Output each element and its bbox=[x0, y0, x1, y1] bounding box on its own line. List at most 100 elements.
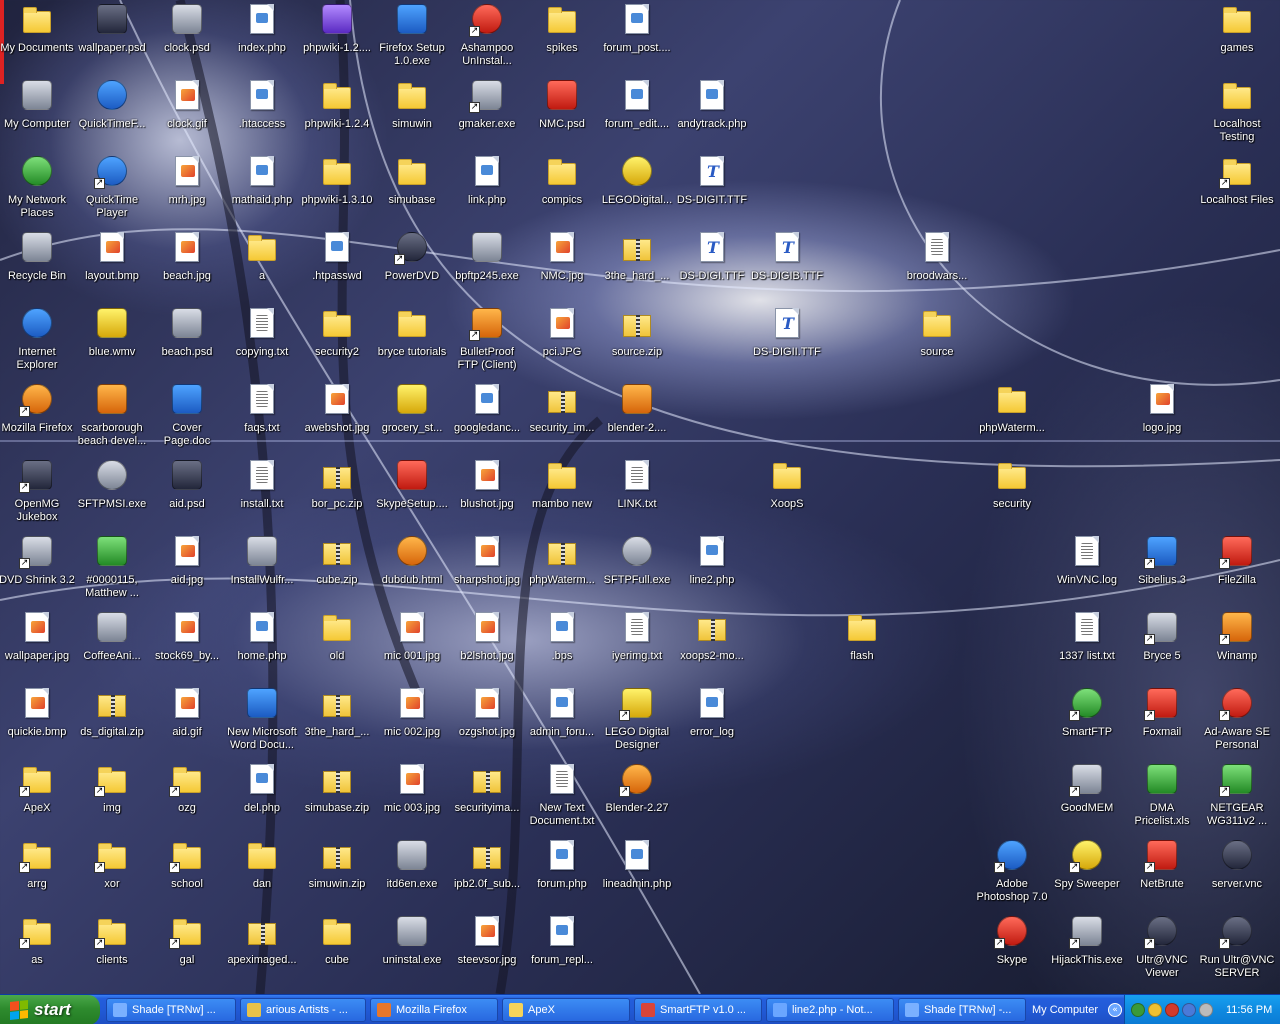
desktop-icon[interactable]: stock69_by... bbox=[149, 608, 225, 682]
desktop-icon[interactable]: faqs.txt bbox=[224, 380, 300, 454]
desktop-icon[interactable]: security_im... bbox=[524, 380, 600, 454]
desktop-icon[interactable]: simubase.zip bbox=[299, 760, 375, 834]
desktop-icon[interactable]: wallpaper.jpg bbox=[0, 608, 75, 682]
desktop-icon[interactable]: T DS-DIGI.TTF bbox=[674, 228, 750, 302]
desktop-icon[interactable]: ↗ ApeX bbox=[0, 760, 75, 834]
desktop-icon[interactable]: ↗ Bryce 5 bbox=[1124, 608, 1200, 682]
desktop-icon[interactable]: aid.jpg bbox=[149, 532, 225, 606]
desktop-icon[interactable]: blender-2.... bbox=[599, 380, 675, 454]
desktop-icon[interactable]: ↗ xor bbox=[74, 836, 150, 910]
desktop-icon[interactable]: a bbox=[224, 228, 300, 302]
desktop-icon[interactable]: ↗ DVD Shrink 3.2 bbox=[0, 532, 75, 606]
desktop-icon[interactable]: phpWaterm... bbox=[974, 380, 1050, 454]
desktop-icon[interactable]: ↗ arrg bbox=[0, 836, 75, 910]
desktop-icon[interactable]: ↗ Localhost Files bbox=[1199, 152, 1275, 226]
desktop-icon[interactable]: cube bbox=[299, 912, 375, 986]
desktop-icon[interactable]: ↗ Winamp bbox=[1199, 608, 1275, 682]
taskbar-button[interactable]: ApeX bbox=[502, 998, 630, 1022]
desktop-icon[interactable]: .htpasswd bbox=[299, 228, 375, 302]
toolbar-expand-icon[interactable]: « bbox=[1108, 1003, 1122, 1017]
desktop-icon[interactable]: itd6en.exe bbox=[374, 836, 450, 910]
desktop-icon[interactable]: b2lshot.jpg bbox=[449, 608, 525, 682]
tray-messenger-icon[interactable] bbox=[1148, 1003, 1162, 1017]
desktop-icon[interactable]: mambo new bbox=[524, 456, 600, 530]
desktop-icon[interactable]: ↗ Ultr@VNC Viewer bbox=[1124, 912, 1200, 986]
taskbar-button[interactable]: Mozilla Firefox bbox=[370, 998, 498, 1022]
desktop-icon[interactable]: ↗ img bbox=[74, 760, 150, 834]
desktop-icon[interactable]: ↗ Foxmail bbox=[1124, 684, 1200, 758]
desktop-icon[interactable]: Internet Explorer bbox=[0, 304, 75, 378]
desktop-icon[interactable]: ↗ Adobe Photoshop 7.0 bbox=[974, 836, 1050, 910]
desktop-icon[interactable]: aid.gif bbox=[149, 684, 225, 758]
desktop-icon[interactable]: forum_edit.... bbox=[599, 76, 675, 150]
desktop-icon[interactable]: ↗ Ad-Aware SE Personal bbox=[1199, 684, 1275, 758]
desktop-icon[interactable]: admin_foru... bbox=[524, 684, 600, 758]
desktop-icon[interactable]: source.zip bbox=[599, 304, 675, 378]
desktop-icon[interactable]: simubase bbox=[374, 152, 450, 226]
desktop-icon[interactable]: .bps bbox=[524, 608, 600, 682]
desktop-icon[interactable]: T DS-DIGII.TTF bbox=[749, 304, 825, 378]
desktop-icon[interactable]: iyerimg.txt bbox=[599, 608, 675, 682]
desktop-icon[interactable]: bryce tutorials bbox=[374, 304, 450, 378]
tray-foxmail-icon[interactable] bbox=[1165, 1003, 1179, 1017]
desktop-icon[interactable]: mic 001.jpg bbox=[374, 608, 450, 682]
tray-device-icon[interactable] bbox=[1199, 1003, 1213, 1017]
desktop-icon[interactable]: line2.php bbox=[674, 532, 750, 606]
desktop-icon[interactable]: XoopS bbox=[749, 456, 825, 530]
desktop-icon[interactable]: New Text Document.txt bbox=[524, 760, 600, 834]
taskbar-button[interactable]: Shade [TRNw] -... bbox=[898, 998, 1026, 1022]
desktop-icon[interactable]: SFTPFull.exe bbox=[599, 532, 675, 606]
desktop-icon[interactable]: spikes bbox=[524, 0, 600, 74]
desktop-icon[interactable]: ↗ Run Ultr@VNC SERVER bbox=[1199, 912, 1275, 986]
desktop-icon[interactable]: bpftp245.exe bbox=[449, 228, 525, 302]
desktop-icon[interactable]: DMA Pricelist.xls bbox=[1124, 760, 1200, 834]
desktop-icon[interactable]: phpwiki-1.2.... bbox=[299, 0, 375, 74]
desktop-icon[interactable]: ↗ FileZilla bbox=[1199, 532, 1275, 606]
desktop-icon[interactable]: awebshot.jpg bbox=[299, 380, 375, 454]
desktop-icon[interactable]: ↗ SmartFTP bbox=[1049, 684, 1125, 758]
desktop-icon[interactable]: NMC.psd bbox=[524, 76, 600, 150]
desktop-icon[interactable]: security bbox=[974, 456, 1050, 530]
desktop-icon[interactable]: ↗ school bbox=[149, 836, 225, 910]
desktop-icon[interactable]: phpWaterm... bbox=[524, 532, 600, 606]
desktop-icon[interactable]: ↗ LEGO Digital Designer bbox=[599, 684, 675, 758]
desktop-icon[interactable]: ↗ Blender-2.27 bbox=[599, 760, 675, 834]
desktop-icon[interactable]: beach.psd bbox=[149, 304, 225, 378]
desktop-icon[interactable]: phpwiki-1.3.10 bbox=[299, 152, 375, 226]
desktop-icon[interactable]: LEGODigital... bbox=[599, 152, 675, 226]
desktop-icon[interactable]: ↗ clients bbox=[74, 912, 150, 986]
desktop-icon[interactable]: T DS-DIGIT.TTF bbox=[674, 152, 750, 226]
desktop-icon[interactable]: T DS-DIGIB.TTF bbox=[749, 228, 825, 302]
desktop-icon[interactable]: Cover Page.doc bbox=[149, 380, 225, 454]
desktop-icon[interactable]: layout.bmp bbox=[74, 228, 150, 302]
desktop-icon[interactable]: QuickTimeF... bbox=[74, 76, 150, 150]
desktop-icon[interactable]: 1337 list.txt bbox=[1049, 608, 1125, 682]
desktop-icon[interactable]: CoffeeAni... bbox=[74, 608, 150, 682]
desktop-icon[interactable]: steevsor.jpg bbox=[449, 912, 525, 986]
desktop-icon[interactable]: My Computer bbox=[0, 76, 75, 150]
desktop-icon[interactable]: index.php bbox=[224, 0, 300, 74]
desktop-icon[interactable]: ↗ NetBrute bbox=[1124, 836, 1200, 910]
start-button[interactable]: start bbox=[0, 995, 100, 1024]
desktop-icon[interactable]: securityima... bbox=[449, 760, 525, 834]
desktop-icon[interactable]: mic 002.jpg bbox=[374, 684, 450, 758]
desktop-icon[interactable]: ↗ gal bbox=[149, 912, 225, 986]
desktop-icon[interactable]: aid.psd bbox=[149, 456, 225, 530]
desktop-icon[interactable]: cube.zip bbox=[299, 532, 375, 606]
desktop-icon[interactable]: ozgshot.jpg bbox=[449, 684, 525, 758]
taskbar-button[interactable]: line2.php - Not... bbox=[766, 998, 894, 1022]
desktop-icon[interactable]: quickie.bmp bbox=[0, 684, 75, 758]
desktop-icon[interactable]: blue.wmv bbox=[74, 304, 150, 378]
desktop-icon[interactable]: pci.JPG bbox=[524, 304, 600, 378]
desktop-icon[interactable]: #0000115, Matthew ... bbox=[74, 532, 150, 606]
desktop-icon[interactable]: bor_pc.zip bbox=[299, 456, 375, 530]
desktop-icon[interactable]: .htaccess bbox=[224, 76, 300, 150]
desktop-icon[interactable]: ipb2.0f_sub... bbox=[449, 836, 525, 910]
desktop-icon[interactable]: mrh.jpg bbox=[149, 152, 225, 226]
desktop-icon[interactable]: compics bbox=[524, 152, 600, 226]
desktop-icon[interactable]: forum_repl... bbox=[524, 912, 600, 986]
desktop-icon[interactable]: InstallWulfr... bbox=[224, 532, 300, 606]
desktop-icon[interactable]: My Network Places bbox=[0, 152, 75, 226]
taskbar-button[interactable]: SmartFTP v1.0 ... bbox=[634, 998, 762, 1022]
desktop-icon[interactable]: New Microsoft Word Docu... bbox=[224, 684, 300, 758]
